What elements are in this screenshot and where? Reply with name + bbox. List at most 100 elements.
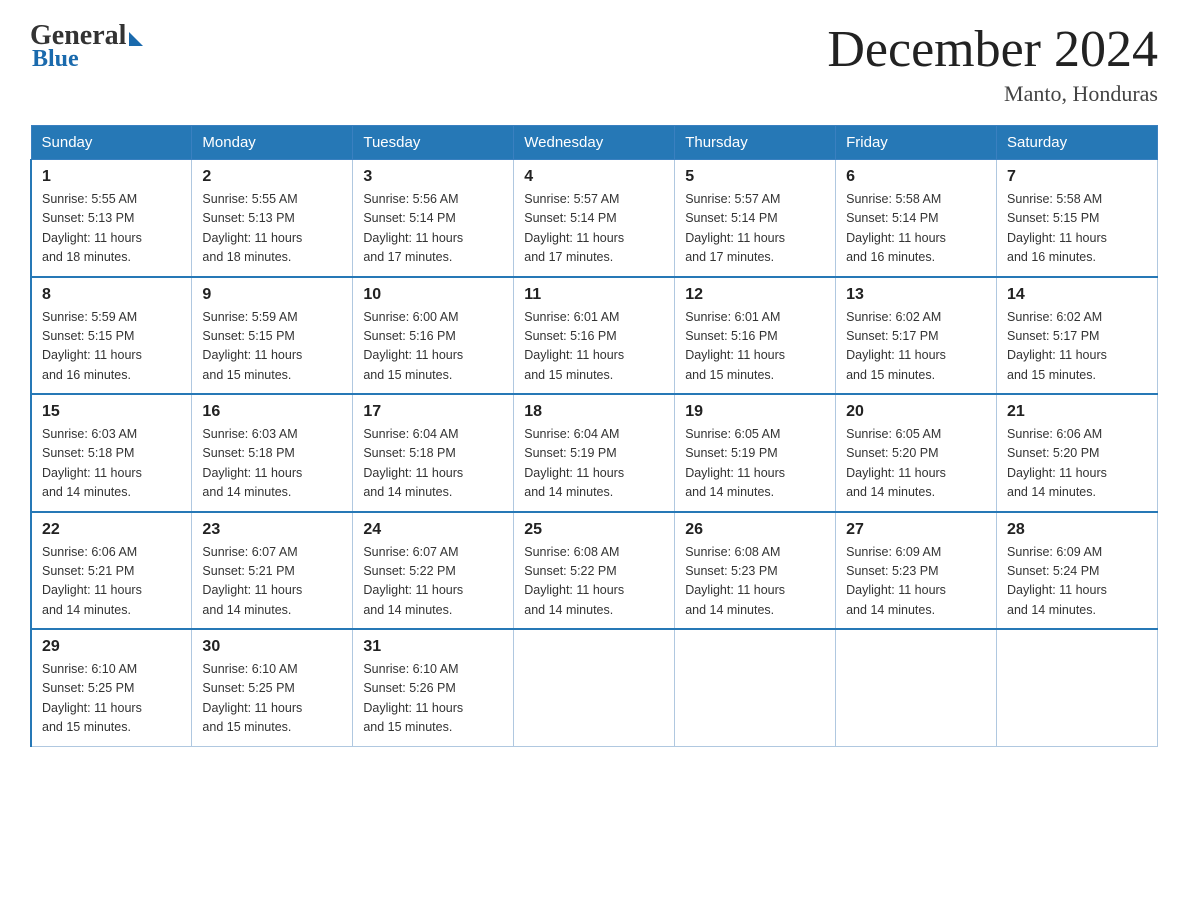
daylight-info-2: and 18 minutes. — [202, 250, 291, 264]
daylight-info-1: Daylight: 11 hours — [42, 466, 142, 480]
sunrise-info: Sunrise: 5:56 AM — [363, 192, 458, 206]
daylight-info-1: Daylight: 11 hours — [846, 348, 946, 362]
daylight-info-1: Daylight: 11 hours — [524, 583, 624, 597]
calendar-cell: 14Sunrise: 6:02 AMSunset: 5:17 PMDayligh… — [997, 277, 1158, 395]
calendar-cell: 12Sunrise: 6:01 AMSunset: 5:16 PMDayligh… — [675, 277, 836, 395]
day-info: Sunrise: 6:04 AMSunset: 5:18 PMDaylight:… — [363, 425, 503, 503]
sunrise-info: Sunrise: 5:59 AM — [202, 310, 297, 324]
daylight-info-1: Daylight: 11 hours — [202, 348, 302, 362]
day-info: Sunrise: 6:10 AM Sunset: 5:25 PM Daylight:… — [42, 660, 181, 738]
day-number: 8 — [42, 286, 181, 304]
daylight-info-2: and 14 minutes. — [363, 485, 452, 499]
day-number: 3 — [363, 168, 503, 186]
day-info: Sunrise: 6:03 AMSunset: 5:18 PMDaylight:… — [202, 425, 342, 503]
daylight-info-1: Daylight: 11 hours — [1007, 466, 1107, 480]
weekday-header-wednesday: Wednesday — [514, 126, 675, 160]
daylight-info-1: Daylight: 11 hours — [685, 231, 785, 245]
sunrise-info: Sunrise: 6:08 AM — [524, 545, 619, 559]
sunrise-info: Sunrise: 6:07 AM — [363, 545, 458, 559]
daylight-info-2: and 18 minutes. — [42, 250, 131, 264]
calendar-cell: 24 Sunrise: 6:07 AMSunset: 5:22 PMDayligh… — [353, 512, 514, 630]
sunrise-info: Sunrise: 6:00 AM — [363, 310, 458, 324]
day-info: Sunrise: 5:57 AMSunset: 5:14 PMDaylight:… — [685, 190, 825, 268]
sunset-info: Sunset: 5:25 PM — [42, 681, 134, 695]
day-number: 24 — [363, 521, 503, 539]
calendar-cell: 31Sunrise: 6:10 AMSunset: 5:26 PMDayligh… — [353, 629, 514, 746]
day-info: Sunrise: 6:03 AMSunset: 5:18 PMDaylight:… — [42, 425, 181, 503]
daylight-info-2: and 14 minutes. — [1007, 603, 1096, 617]
day-info: Sunrise: 6:05 AMSunset: 5:20 PMDaylight:… — [846, 425, 986, 503]
daylight-info-1: Daylight: 11 hours — [846, 231, 946, 245]
day-info: Sunrise: 6:04 AMSunset: 5:19 PMDaylight:… — [524, 425, 664, 503]
day-number: 26 — [685, 521, 825, 539]
sunrise-info: Sunrise: 6:08 AM — [685, 545, 780, 559]
calendar-cell: 28Sunrise: 6:09 AMSunset: 5:24 PMDayligh… — [997, 512, 1158, 630]
day-info: Sunrise: 6:02 AMSunset: 5:17 PMDaylight:… — [1007, 308, 1147, 386]
weekday-header-thursday: Thursday — [675, 126, 836, 160]
daylight-info-2: and 17 minutes. — [524, 250, 613, 264]
day-number: 16 — [202, 403, 342, 421]
daylight-info-1: Daylight: 11 hours — [363, 466, 463, 480]
sunset-info: Sunset: 5:16 PM — [363, 329, 455, 343]
sunset-info: Sunset: 5:14 PM — [685, 211, 777, 225]
day-info: Sunrise: 6:07 AMSunset: 5:22 PMDaylight:… — [363, 543, 503, 621]
daylight-info-1: Daylight: 11 hours — [846, 466, 946, 480]
sunset-info: Sunset: 5:16 PM — [524, 329, 616, 343]
calendar-cell: 6Sunrise: 5:58 AMSunset: 5:14 PMDaylight… — [836, 160, 997, 277]
daylight-info-2: and 16 minutes. — [42, 368, 131, 382]
daylight-info-2: and 15 minutes. — [685, 368, 774, 382]
sunrise-info: Sunrise: 5:57 AM — [524, 192, 619, 206]
sunset-info: Sunset: 5:19 PM — [685, 446, 777, 460]
calendar-cell: 1Sunrise: 5:55 AMSunset: 5:13 PMDaylight… — [31, 160, 192, 277]
weekday-header-tuesday: Tuesday — [353, 126, 514, 160]
location-subtitle: Manto, Honduras — [827, 81, 1158, 107]
weekday-header-monday: Monday — [192, 126, 353, 160]
sunset-info: Sunset: 5:15 PM — [42, 329, 134, 343]
daylight-info-1: Daylight: 11 hours — [524, 231, 624, 245]
daylight-info-2: and 14 minutes. — [202, 485, 291, 499]
calendar-cell: 18Sunrise: 6:04 AMSunset: 5:19 PMDayligh… — [514, 394, 675, 512]
calendar-cell: 29Sunrise: 6:10 AMSunset: 5:25 PMDayligh… — [31, 629, 192, 746]
day-info: Sunrise: 5:58 AMSunset: 5:14 PMDaylight:… — [846, 190, 986, 268]
sunset-info: Sunset: 5:17 PM — [846, 329, 938, 343]
day-number: 19 — [685, 403, 825, 421]
day-info: Sunrise: 6:02 AMSunset: 5:17 PMDaylight:… — [846, 308, 986, 386]
day-info: Sunrise: 5:56 AMSunset: 5:14 PMDaylight:… — [363, 190, 503, 268]
calendar-cell: 26Sunrise: 6:08 AMSunset: 5:23 PMDayligh… — [675, 512, 836, 630]
daylight-info-2: and 17 minutes. — [685, 250, 774, 264]
calendar-cell: 20Sunrise: 6:05 AMSunset: 5:20 PMDayligh… — [836, 394, 997, 512]
day-info: Sunrise: 5:59 AMSunset: 5:15 PMDaylight:… — [202, 308, 342, 386]
sunrise-info: Sunrise: 6:06 AM — [42, 545, 137, 559]
daylight-info-1: Daylight: 11 hours — [524, 348, 624, 362]
daylight-info-1: Daylight: 11 hours — [42, 701, 142, 715]
daylight-info-2: and 16 minutes. — [1007, 250, 1096, 264]
sunset-info: Sunset: 5:20 PM — [846, 446, 938, 460]
month-title: December 2024 — [827, 20, 1158, 79]
day-number: 9 — [202, 286, 342, 304]
sunrise-info: Sunrise: 5:55 AM — [202, 192, 297, 206]
sunrise-info: Sunrise: 6:03 AM — [42, 427, 137, 441]
daylight-info-2: and 14 minutes. — [524, 485, 613, 499]
day-number: 30 — [202, 638, 342, 656]
day-number: 12 — [685, 286, 825, 304]
calendar-cell: 9 Sunrise: 5:59 AMSunset: 5:15 PMDaylight… — [192, 277, 353, 395]
sunrise-info: Sunrise: 6:04 AM — [524, 427, 619, 441]
sunrise-info: Sunrise: 6:10 AM — [42, 662, 137, 676]
daylight-info-1: Daylight: 11 hours — [1007, 583, 1107, 597]
daylight-info-2: and 14 minutes. — [685, 603, 774, 617]
weekday-header-sunday: Sunday — [31, 126, 192, 160]
calendar-cell — [675, 629, 836, 746]
daylight-info-2: and 14 minutes. — [202, 603, 291, 617]
calendar-cell: 30Sunrise: 6:10 AMSunset: 5:25 PMDayligh… — [192, 629, 353, 746]
day-number: 15 — [42, 403, 181, 421]
calendar-cell: 19Sunrise: 6:05 AMSunset: 5:19 PMDayligh… — [675, 394, 836, 512]
day-number: 5 — [685, 168, 825, 186]
daylight-info-2: and 14 minutes. — [42, 485, 131, 499]
weekday-header-friday: Friday — [836, 126, 997, 160]
sunrise-info: Sunrise: 6:09 AM — [1007, 545, 1102, 559]
sunset-info: Sunset: 5:23 PM — [846, 564, 938, 578]
day-number: 31 — [363, 638, 503, 656]
daylight-info-1: Daylight: 11 hours — [363, 348, 463, 362]
daylight-info-1: Daylight: 11 hours — [202, 583, 302, 597]
day-info: Sunrise: 6:01 AMSunset: 5:16 PMDaylight:… — [524, 308, 664, 386]
